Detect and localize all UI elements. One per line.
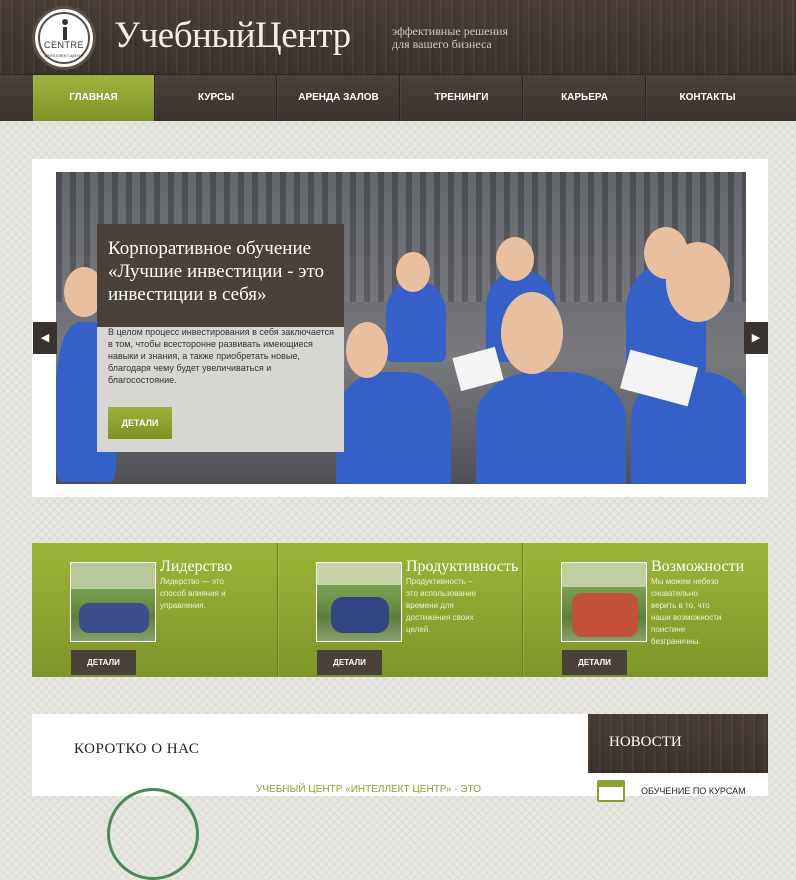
logo[interactable]: CENTRE ИНТЕЛЛЕКТ ЦЕНТР <box>32 6 96 70</box>
logo-word: CENTRE <box>43 40 84 50</box>
slide-person-head <box>496 237 534 281</box>
news-item-link[interactable]: ОБУЧЕНИЕ ПО КУРСАМ <box>641 786 746 796</box>
calendar-icon <box>597 780 625 802</box>
feature-image-people <box>331 597 389 633</box>
nav-item-career[interactable]: КАРЬЕРА <box>522 75 646 121</box>
feature-productivity: Продуктивность Продуктивность – это испо… <box>277 543 523 677</box>
feature-details-button[interactable]: ДЕТАЛИ <box>317 650 382 675</box>
feature-image[interactable] <box>70 562 156 642</box>
about-logo-image <box>107 788 199 880</box>
feature-details-button[interactable]: ДЕТАЛИ <box>71 650 136 675</box>
slide-person-head <box>396 252 430 292</box>
news-title: НОВОСТИ <box>609 734 682 750</box>
slide-person-shirt <box>336 372 451 484</box>
slider-prev-arrow-icon[interactable]: ◀ <box>33 322 57 354</box>
feature-image-people <box>79 603 149 633</box>
slide-caption-text: В целом процесс инвестирования в себя за… <box>108 327 334 385</box>
slide-person-shirt <box>386 282 446 362</box>
feature-image-sky <box>71 563 155 589</box>
feature-title[interactable]: Продуктивность <box>406 558 518 576</box>
feature-title[interactable]: Лидерство <box>160 558 232 576</box>
feature-text: Продуктивность – это использование време… <box>406 577 477 634</box>
site-tagline: эффективные решения для вашего бизнеса <box>392 25 508 51</box>
feature-details-button[interactable]: ДЕТАЛИ <box>562 650 627 675</box>
feature-image-sky <box>562 563 646 587</box>
feature-image[interactable] <box>316 562 402 642</box>
feature-image-people <box>572 593 638 637</box>
feature-text: Мы можем небезо сновательно верить в то,… <box>651 577 722 646</box>
logo-i-stem <box>63 27 67 40</box>
nav-item-courses[interactable]: КУРСЫ <box>154 75 277 121</box>
news-section: НОВОСТИ ОБУЧЕНИЕ ПО КУРСАМ <box>588 714 768 802</box>
slide-person-shirt <box>476 372 626 484</box>
slide-details-button[interactable]: ДЕТАЛИ <box>108 407 172 439</box>
about-section: КОРОТКО О НАС УЧЕБНЫЙ ЦЕНТР «ИНТЕЛЛЕКТ Ц… <box>32 714 588 880</box>
logo-subtitle: ИНТЕЛЛЕКТ ЦЕНТР <box>44 53 84 58</box>
feature-text: Лидерство — это способ влияния и управле… <box>160 577 226 610</box>
slide-caption-title: Корпоративное обучение «Лучшие инвестици… <box>108 238 324 305</box>
news-header: НОВОСТИ <box>588 714 768 773</box>
nav-item-contacts[interactable]: КОНТАКТЫ <box>645 75 769 121</box>
nav-item-trainings[interactable]: ТРЕНИНГИ <box>399 75 523 121</box>
logo-i-dot <box>62 19 68 25</box>
slide-caption: Корпоративное обучение «Лучшие инвестици… <box>97 224 344 452</box>
features-strip: Лидерство Лидерство — это способ влияния… <box>32 543 768 677</box>
slider-next-arrow-icon[interactable]: ▶ <box>744 322 768 354</box>
feature-title[interactable]: Возможности <box>651 558 744 576</box>
slide-caption-header: Корпоративное обучение «Лучшие инвестици… <box>97 224 344 327</box>
slide-person-head <box>666 242 730 322</box>
site-title[interactable]: УчебныйЦентр <box>114 14 351 57</box>
feature-image-sky <box>317 563 401 585</box>
about-text: УЧЕБНЫЙ ЦЕНТР «ИНТЕЛЛЕКТ ЦЕНТР» - ЭТО <box>256 784 481 795</box>
feature-leadership: Лидерство Лидерство — это способ влияния… <box>32 543 277 677</box>
nav-item-hall-rental[interactable]: АРЕНДА ЗАЛОВ <box>276 75 400 121</box>
feature-image[interactable] <box>561 562 647 642</box>
site-header: CENTRE ИНТЕЛЛЕКТ ЦЕНТР УчебныйЦентр эффе… <box>0 0 796 74</box>
about-title: КОРОТКО О НАС <box>74 741 200 757</box>
tagline-line-2: для вашего бизнеса <box>392 37 492 51</box>
main-nav: ГЛАВНАЯ КУРСЫ АРЕНДА ЗАЛОВ ТРЕНИНГИ КАРЬ… <box>0 74 796 121</box>
nav-item-home[interactable]: ГЛАВНАЯ <box>33 75 154 121</box>
slide-person-head <box>501 292 563 374</box>
feature-opportunities: Возможности Мы можем небезо сновательно … <box>522 543 768 677</box>
slide-person-head <box>346 322 388 378</box>
